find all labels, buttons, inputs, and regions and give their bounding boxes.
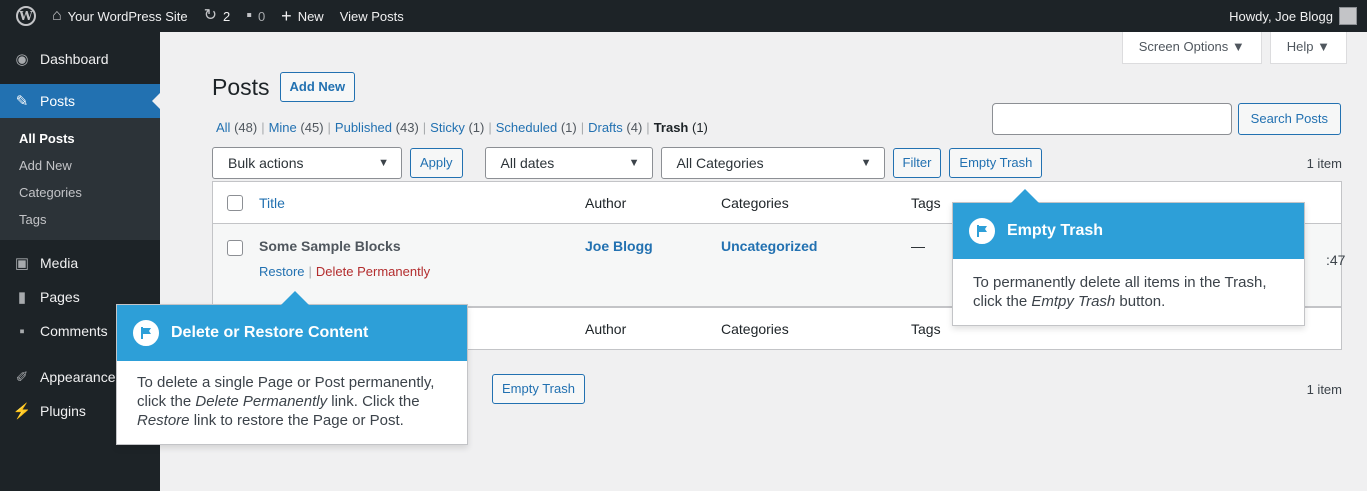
post-date-fragment: :47 (1326, 252, 1346, 268)
sidebar-item-label: Comments (40, 323, 108, 339)
posts-submenu: All Posts Add New Categories Tags (0, 118, 160, 240)
categories-column-footer: Categories (721, 320, 789, 337)
site-name: Your WordPress Site (67, 8, 188, 24)
post-author-link[interactable]: Joe Blogg (585, 238, 721, 254)
submenu-item-tags[interactable]: Tags (0, 206, 160, 233)
updates-link[interactable]: ↻ 2 (196, 0, 239, 32)
sidebar-item-label: Appearance (40, 369, 116, 385)
paintbrush-icon: ✐ (15, 369, 29, 386)
pointer-content: To permanently delete all items in the T… (973, 274, 1267, 310)
chevron-down-icon: ▼ (628, 157, 640, 169)
chevron-down-icon: ▼ (378, 157, 389, 169)
sidebar-item-posts[interactable]: ✎ Posts (0, 84, 160, 118)
categories-column-header: Categories (721, 194, 789, 211)
pointer-header: Delete or Restore Content (117, 305, 467, 361)
restore-link[interactable]: Restore (259, 264, 305, 279)
category-filter-select[interactable]: All Categories ▼ (660, 147, 885, 179)
post-title: Some Sample Blocks (259, 238, 401, 254)
updates-count: 2 (223, 8, 231, 24)
post-category-link[interactable]: Uncategorized (721, 238, 911, 254)
title-column-header[interactable]: Title (259, 195, 585, 211)
media-icon: ▣ (14, 255, 30, 272)
sidebar-item-media[interactable]: ▣ Media (0, 246, 160, 280)
help-button[interactable]: Help ▼ (1269, 32, 1347, 64)
filter-all[interactable]: All (48) (216, 120, 257, 135)
pointer-content: To delete a single Page or Post permanen… (137, 374, 435, 429)
submenu-item-add-new[interactable]: Add New (0, 152, 160, 179)
delete-restore-pointer: Delete or Restore Content To delete a si… (116, 291, 468, 445)
flag-icon (133, 320, 159, 346)
filter-scheduled[interactable]: Scheduled (1) (496, 120, 577, 135)
sidebar-item-label: Dashboard (40, 51, 109, 67)
post-status-filters: All (48) | Mine (45) | Published (43) | Sticky… (216, 120, 708, 135)
dashboard-icon: ◉ (15, 51, 29, 68)
plus-icon: + (281, 6, 292, 26)
filter-mine[interactable]: Mine (45) (269, 120, 324, 135)
submenu-item-categories[interactable]: Categories (0, 179, 160, 206)
pointer-arrow (281, 291, 309, 305)
filter-trash[interactable]: Trash (1) (654, 120, 708, 135)
home-icon: ⌂ (52, 7, 62, 24)
flag-icon (969, 218, 995, 244)
filter-published[interactable]: Published (43) (335, 120, 419, 135)
submenu-item-all-posts[interactable]: All Posts (0, 125, 160, 152)
sidebar-item-label: Pages (40, 289, 80, 305)
avatar (1339, 7, 1357, 25)
filter-drafts[interactable]: Drafts (4) (588, 120, 642, 135)
item-count-bottom: 1 item (1306, 381, 1342, 397)
empty-trash-button-bottom[interactable]: Empty Trash (492, 374, 585, 404)
pointer-arrow (1011, 189, 1039, 203)
date-filter-select[interactable]: All dates ▼ (484, 147, 653, 179)
pages-icon: ▮ (17, 289, 27, 306)
page-title: Posts (212, 73, 270, 100)
screen-options-button[interactable]: Screen Options ▼ (1121, 32, 1262, 64)
updates-icon: ↻ (203, 7, 218, 24)
sidebar-item-label: Media (40, 255, 79, 271)
wordpress-logo-icon: W (16, 6, 36, 26)
wp-logo-menu[interactable]: W (8, 0, 44, 32)
pointer-header: Empty Trash (953, 203, 1304, 259)
empty-trash-pointer: Empty Trash To permanently delete all it… (952, 189, 1305, 326)
row-checkbox[interactable] (227, 240, 243, 256)
page-heading: Posts Add New (212, 72, 356, 102)
comments-link[interactable]: ▪ 0 (238, 0, 273, 32)
select-all-checkbox[interactable] (227, 194, 243, 211)
search-box: Search Posts (991, 103, 1341, 135)
search-posts-button[interactable]: Search Posts (1237, 103, 1341, 135)
admin-bar: W ⌂ Your WordPress Site ↻ 2 ▪ 0 + New Vi… (0, 0, 1367, 32)
filter-sticky[interactable]: Sticky (1) (430, 120, 484, 135)
new-content-link[interactable]: + New (273, 0, 332, 32)
view-posts-label: View Posts (339, 8, 404, 24)
comment-bubble-icon: ▪ (246, 7, 252, 24)
sidebar-item-label: Posts (40, 93, 76, 109)
comments-count: 0 (257, 8, 266, 24)
add-new-button[interactable]: Add New (279, 72, 356, 102)
empty-trash-button[interactable]: Empty Trash (949, 148, 1043, 178)
pointer-title: Empty Trash (1007, 222, 1104, 239)
comments-icon: ▪ (19, 322, 25, 340)
pushpin-icon: ✎ (15, 93, 29, 110)
plugins-icon: ⚡ (12, 403, 32, 420)
row-actions: Restore | Delete Permanently (259, 264, 431, 279)
view-posts-link[interactable]: View Posts (332, 0, 412, 32)
screen-meta-links: Screen Options ▼ Help ▼ (1121, 32, 1347, 64)
chevron-down-icon: ▼ (860, 157, 872, 169)
author-column-header: Author (585, 194, 627, 211)
filter-button[interactable]: Filter (892, 148, 942, 178)
my-account-menu[interactable]: Howdy, Joe Blogg (1229, 0, 1357, 32)
sidebar-item-dashboard[interactable]: ◉ Dashboard (0, 42, 160, 76)
delete-permanently-link[interactable]: Delete Permanently (316, 264, 430, 279)
new-label: New (297, 8, 324, 24)
greeting: Howdy, Joe Blogg (1229, 8, 1333, 24)
apply-button[interactable]: Apply (410, 148, 463, 178)
search-input[interactable] (991, 103, 1232, 135)
item-count: 1 item (1306, 155, 1342, 171)
bulk-actions-select[interactable]: Bulk actions ▼ (212, 147, 402, 179)
author-column-footer: Author (585, 320, 627, 337)
sidebar-item-label: Plugins (40, 403, 86, 419)
site-name-link[interactable]: ⌂ Your WordPress Site (44, 0, 196, 32)
pointer-title: Delete or Restore Content (171, 324, 369, 341)
tablenav-top: Bulk actions ▼ Apply All dates ▼ All Categ… (212, 146, 1342, 180)
